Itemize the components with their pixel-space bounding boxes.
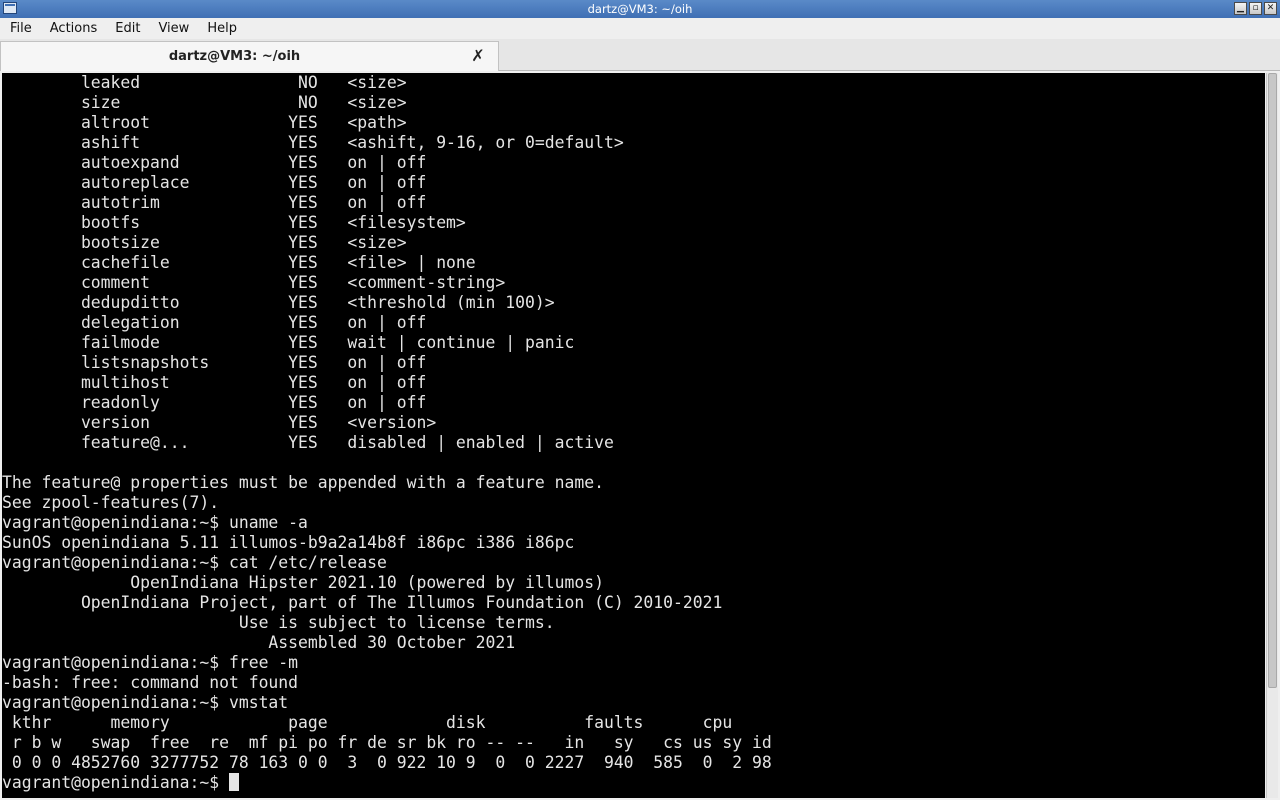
terminal-line: dedupditto YES <threshold (min 100)> — [2, 293, 555, 312]
terminal-line: feature@... YES disabled | enabled | act… — [2, 433, 614, 452]
terminal-prompt-line[interactable]: vagrant@openindiana:~$ — [2, 773, 772, 793]
title-bar[interactable]: dartz@VM3: ~/oih ▁ ▫ ✕ — [0, 0, 1280, 18]
menu-view[interactable]: View — [148, 18, 197, 39]
window-title: dartz@VM3: ~/oih — [587, 2, 693, 16]
terminal-line: -bash: free: command not found — [2, 673, 299, 692]
terminal-line: vagrant@openindiana:~$ free -m — [2, 653, 299, 672]
terminal-line: size NO <size> — [2, 93, 407, 112]
terminal-line: readonly YES on | off — [2, 393, 427, 412]
terminal-line: failmode YES wait | continue | panic — [2, 333, 575, 352]
terminal-line: Use is subject to license terms. — [2, 613, 555, 632]
terminal-line: 0 0 0 4852760 3277752 78 163 0 0 3 0 922… — [2, 753, 772, 772]
terminal-line: altroot YES <path> — [2, 113, 407, 132]
window-controls: ▁ ▫ ✕ — [1234, 2, 1277, 15]
terminal-line: autoexpand YES on | off — [2, 153, 427, 172]
maximize-button[interactable]: ▫ — [1249, 2, 1262, 15]
close-button[interactable]: ✕ — [1264, 2, 1277, 15]
terminal-line: version YES <version> — [2, 413, 437, 432]
terminal-line: OpenIndiana Project, part of The Illumos… — [2, 593, 723, 612]
terminal-line: kthr memory page disk faults cpu — [2, 713, 733, 732]
menu-actions[interactable]: Actions — [40, 18, 106, 39]
terminal-line: cachefile YES <file> | none — [2, 253, 476, 272]
terminal-text: leaked NO <size> size NO <size> altroot … — [2, 73, 772, 793]
terminal-line: vagrant@openindiana:~$ uname -a — [2, 513, 308, 532]
terminal-line: multihost YES on | off — [2, 373, 427, 392]
scrollbar-thumb[interactable] — [1268, 73, 1277, 688]
terminal-line: ashift YES <ashift, 9-16, or 0=default> — [2, 133, 624, 152]
vertical-scrollbar[interactable] — [1266, 73, 1278, 798]
text-cursor — [228, 773, 239, 791]
terminal-line: SunOS openindiana 5.11 illumos-b9a2a14b8… — [2, 533, 575, 552]
terminal-line: See zpool-features(7). — [2, 493, 220, 512]
tab-close-icon[interactable]: ✗ — [470, 47, 486, 65]
terminal-line: OpenIndiana Hipster 2021.10 (powered by … — [2, 573, 604, 592]
terminal-line: The feature@ properties must be appended… — [2, 473, 604, 492]
terminal-line: listsnapshots YES on | off — [2, 353, 427, 372]
terminal-line: vagrant@openindiana:~$ cat /etc/release — [2, 553, 387, 572]
menu-bar: File Actions Edit View Help — [0, 18, 1280, 39]
menu-edit[interactable]: Edit — [105, 18, 148, 39]
terminal-line: Assembled 30 October 2021 — [2, 633, 516, 652]
terminal-line: bootsize YES <size> — [2, 233, 407, 252]
terminal-line: vagrant@openindiana:~$ vmstat — [2, 693, 289, 712]
terminal-line: bootfs YES <filesystem> — [2, 213, 466, 232]
tab-strip: dartz@VM3: ~/oih ✗ — [0, 39, 1280, 71]
terminal-line: comment YES <comment-string> — [2, 273, 506, 292]
terminal-window: dartz@VM3: ~/oih ▁ ▫ ✕ File Actions Edit… — [0, 0, 1280, 800]
tab-label: dartz@VM3: ~/oih — [168, 49, 301, 64]
terminal-frame: leaked NO <size> size NO <size> altroot … — [0, 71, 1280, 800]
menu-file[interactable]: File — [0, 18, 40, 39]
shell-prompt: vagrant@openindiana:~$ — [2, 773, 229, 792]
minimize-button[interactable]: ▁ — [1234, 2, 1247, 15]
terminal-line: autotrim YES on | off — [2, 193, 427, 212]
terminal-line: autoreplace YES on | off — [2, 173, 427, 192]
tab-terminal[interactable]: dartz@VM3: ~/oih ✗ — [0, 41, 499, 71]
terminal-line: r b w swap free re mf pi po fr de sr bk … — [2, 733, 772, 752]
terminal-line: leaked NO <size> — [2, 73, 407, 92]
terminal-output[interactable]: leaked NO <size> size NO <size> altroot … — [2, 73, 1265, 798]
menu-help[interactable]: Help — [197, 18, 245, 39]
terminal-line: delegation YES on | off — [2, 313, 427, 332]
